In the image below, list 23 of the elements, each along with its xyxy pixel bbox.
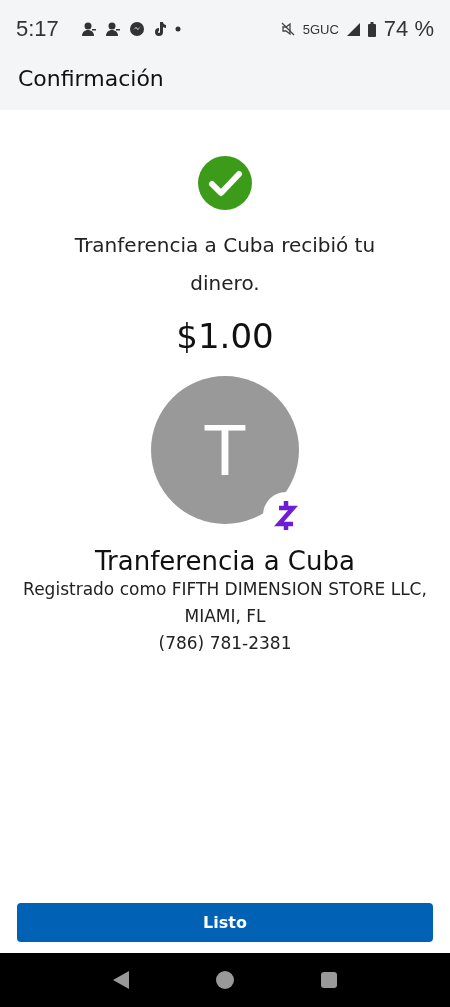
mute-icon — [280, 22, 295, 36]
confirmation-message: Tranferencia a Cuba recibió tu dinero. — [73, 232, 377, 297]
battery-icon — [367, 21, 376, 37]
signal-icon — [346, 22, 360, 36]
person-add-icon — [104, 21, 121, 37]
chat-bubble-icon — [128, 21, 145, 37]
status-time: 5:17 — [16, 16, 59, 42]
registration-info: Registrado como FIFTH DIMENSION STORE LLC, MIAMI, FL — [22, 578, 428, 628]
phone-number: (786) 781-2381 — [158, 632, 292, 655]
home-icon[interactable] — [216, 971, 234, 989]
amount: $1.00 — [176, 316, 274, 356]
avatar: T — [151, 376, 299, 524]
person-add-icon — [80, 21, 97, 37]
check-circle-icon — [198, 156, 252, 210]
done-button[interactable]: Listo — [17, 903, 433, 942]
battery-percentage: 74 % — [383, 16, 434, 42]
music-note-icon — [152, 21, 167, 37]
recipient-name: Tranferencia a Cuba — [95, 546, 355, 576]
recents-icon[interactable] — [320, 972, 337, 988]
back-icon[interactable] — [113, 971, 130, 989]
network-label: 5GUC — [302, 21, 339, 37]
page-title: Confirmación — [17, 65, 165, 93]
dot-icon — [174, 26, 181, 32]
